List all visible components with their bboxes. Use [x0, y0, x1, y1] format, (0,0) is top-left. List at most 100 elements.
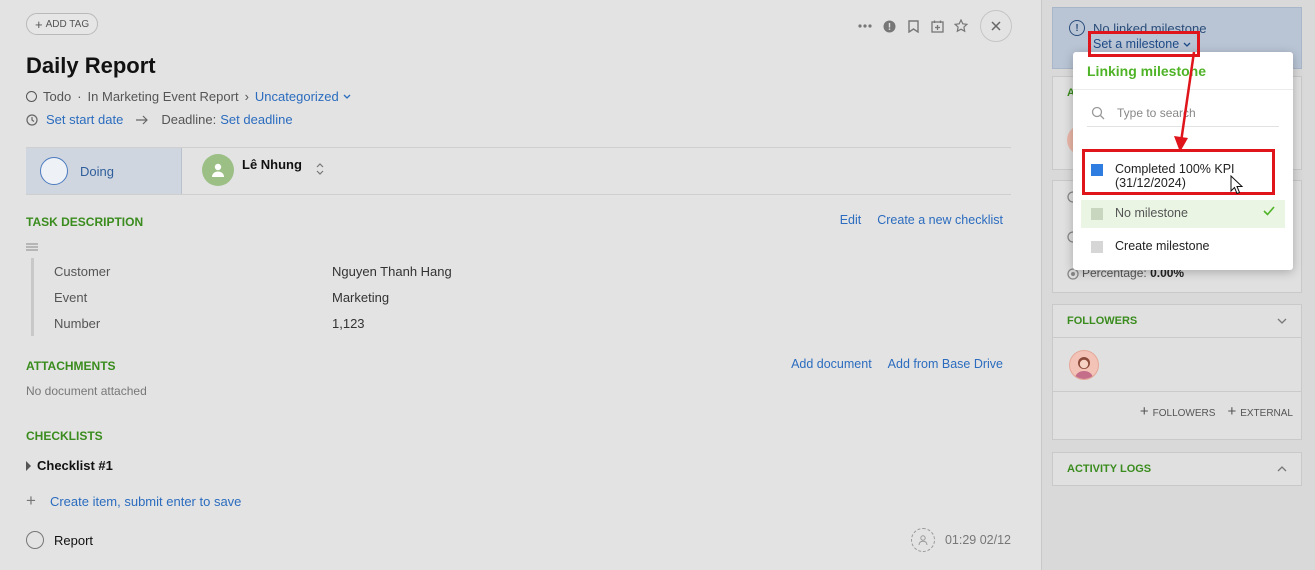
status-ring-icon [40, 157, 68, 185]
priority-icon[interactable] [880, 12, 898, 40]
description-actions: Edit Create a new checklist [840, 213, 1003, 227]
breadcrumb-project[interactable]: In Marketing Event Report [88, 89, 239, 104]
create-item-input[interactable]: + Create item, submit enter to save [26, 491, 241, 511]
add-tag-label: ADD TAG [45, 18, 90, 30]
field-key: Event [54, 289, 88, 305]
clock-icon [26, 113, 38, 126]
milestone-option-label: Create milestone [1115, 239, 1210, 253]
milestone-option-text: Completed 100% KPI (31/12/2024) [1115, 162, 1235, 190]
add-external-button[interactable]: + EXTERNAL [1227, 403, 1293, 420]
plus-icon: + [26, 491, 36, 510]
status-label: Doing [80, 163, 114, 179]
chevron-up-icon [1277, 466, 1287, 472]
task-title: Daily Report [26, 53, 156, 78]
field-row: Event Marketing [34, 284, 631, 310]
caret-right-icon [26, 460, 31, 471]
chevron-down-icon [343, 94, 351, 99]
status-assignee-row: Doing Lê Nhung [26, 147, 1011, 195]
field-value: Marketing [332, 289, 390, 305]
checklists-heading: CHECKLISTS [26, 429, 103, 443]
breadcrumb-status: Todo [43, 89, 72, 104]
add-tag-button[interactable]: + ADD TAG [26, 13, 99, 35]
field-key: Customer [54, 263, 111, 279]
close-button[interactable] [980, 10, 1012, 42]
checklist-name: Checklist #1 [37, 458, 113, 473]
alert-icon: ! [1069, 20, 1085, 36]
calendar-add-icon[interactable] [928, 12, 946, 40]
arrow-right-icon [136, 115, 149, 124]
attachments-heading: ATTACHMENTS [26, 359, 116, 373]
follower-avatar[interactable] [1069, 350, 1099, 380]
item-meta: 01:29 02/12 [910, 528, 1011, 552]
search-icon [1091, 106, 1105, 119]
check-icon [1263, 206, 1275, 216]
set-deadline-link[interactable]: Set deadline [220, 112, 292, 127]
activity-logs-card[interactable]: ACTIVITY LOGS [1052, 452, 1302, 486]
unassigned-avatar-icon[interactable] [910, 528, 935, 552]
assignee-name: Lê Nhung [242, 157, 302, 172]
breadcrumb-arrow: › [244, 89, 249, 104]
followers-heading: FOLLOWERS [1067, 315, 1138, 327]
activity-logs-header[interactable]: ACTIVITY LOGS [1053, 453, 1301, 485]
activity-logs-heading: ACTIVITY LOGS [1067, 463, 1152, 475]
avatar [202, 154, 234, 186]
create-milestone-option[interactable]: Create milestone [1081, 233, 1285, 259]
item-checkbox[interactable] [26, 531, 44, 549]
deadline-label: Deadline: [161, 112, 217, 127]
create-checklist-link[interactable]: Create a new checklist [877, 213, 1003, 227]
add-followers-button[interactable]: + FOLLOWERS [1140, 403, 1216, 420]
date-row: Set start date Deadline: Set deadline [26, 112, 293, 127]
milestone-option-completed-kpi[interactable]: Completed 100% KPI (31/12/2024) [1081, 156, 1285, 196]
checklist-toggle[interactable]: Checklist #1 [26, 458, 113, 473]
item-label: Report [54, 532, 94, 548]
mouse-cursor-icon [1230, 175, 1244, 195]
milestone-option-date: (31/12/2024) [1115, 176, 1186, 190]
checklist-item: Report 01:29 02/12 [26, 528, 1011, 552]
edit-description-link[interactable]: Edit [840, 213, 862, 227]
create-item-label: Create item, submit enter to save [49, 493, 242, 509]
no-attachment-text: No document attached [26, 384, 147, 398]
attachment-actions: Add document Add from Base Drive [791, 357, 1003, 371]
set-milestone-button[interactable]: Set a milestone [1093, 37, 1191, 51]
milestone-color-swatch [1091, 241, 1103, 253]
breadcrumb-separator: · [77, 89, 82, 104]
status-button[interactable]: Doing [26, 148, 182, 194]
star-icon[interactable] [952, 12, 970, 40]
assignee[interactable]: Lê Nhung [202, 154, 302, 186]
status-circle-icon [26, 91, 37, 102]
field-value: 1,123 [332, 315, 365, 331]
task-detail-panel: + ADD TAG Daily Report Todo · In Marketi… [0, 0, 1041, 570]
item-time: 01:29 02/12 [944, 533, 1011, 547]
category-label: Uncategorized [254, 89, 339, 104]
field-row: Customer Nguyen Thanh Hang [34, 258, 631, 284]
custom-fields: Customer Nguyen Thanh Hang Event Marketi… [31, 258, 631, 336]
task-description-heading: TASK DESCRIPTION [26, 215, 144, 229]
close-icon [991, 21, 1001, 31]
milestone-option-none[interactable]: No milestone [1081, 200, 1285, 228]
set-milestone-label: Set a milestone [1093, 37, 1180, 51]
field-key: Number [54, 315, 101, 331]
followers-header[interactable]: FOLLOWERS [1053, 305, 1301, 337]
follower-actions: + FOLLOWERS + EXTERNAL [1140, 403, 1293, 420]
milestone-option-label: No milestone [1115, 206, 1188, 220]
add-from-drive-link[interactable]: Add from Base Drive [888, 357, 1003, 371]
sort-arrows-icon[interactable] [316, 163, 324, 176]
chevron-down-icon [1277, 318, 1287, 324]
plus-icon: + [35, 16, 43, 32]
add-document-link[interactable]: Add document [791, 357, 872, 371]
more-options-icon[interactable] [856, 12, 874, 40]
user-icon [212, 163, 224, 177]
milestone-status: No linked milestone [1093, 21, 1207, 36]
bookmark-icon[interactable] [904, 12, 922, 40]
field-row: Number 1,123 [34, 310, 631, 336]
category-dropdown[interactable]: Uncategorized [255, 89, 351, 104]
annotation-arrow-icon [1174, 51, 1196, 152]
lines-icon [26, 243, 38, 254]
milestone-option-label: Completed 100% KPI [1115, 162, 1235, 176]
milestone-color-swatch [1091, 164, 1103, 176]
milestone-color-swatch [1091, 208, 1103, 220]
set-start-date-link[interactable]: Set start date [46, 112, 123, 127]
breadcrumb: Todo · In Marketing Event Report › Uncat… [26, 89, 351, 104]
field-value: Nguyen Thanh Hang [332, 263, 452, 279]
task-toolbar [856, 10, 1012, 42]
